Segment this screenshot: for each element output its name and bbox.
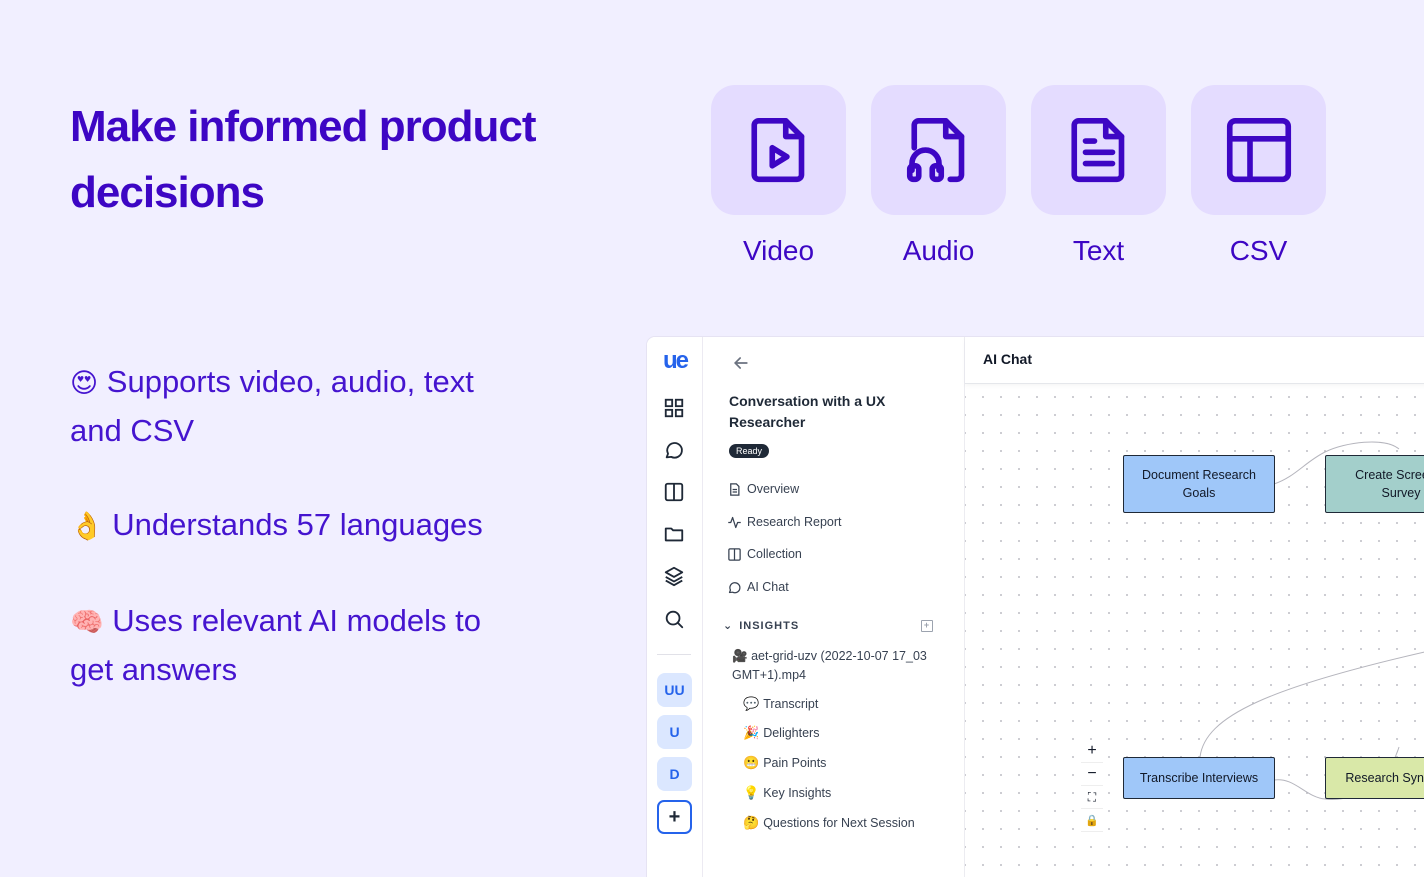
avatar[interactable]: UU (657, 673, 692, 707)
book-icon[interactable] (663, 481, 685, 503)
insight-item-delighters[interactable]: 🎉 Delighters (743, 723, 819, 743)
feature-item: 🧠 Uses relevant AI models to get answers (70, 597, 530, 693)
nav-label: Research Report (747, 515, 842, 529)
zoom-out-button[interactable]: − (1081, 763, 1103, 786)
insights-heading: INSIGHTS (739, 619, 800, 632)
feature-item: 😍 Supports video, audio, text and CSV (70, 358, 530, 454)
insight-label: Pain Points (763, 756, 827, 770)
nav-item-ai-chat[interactable]: AI Chat (727, 577, 789, 597)
insight-item-questions[interactable]: 🤔 Questions for Next Session (743, 813, 915, 833)
node-label: Research Synthesis (1345, 771, 1424, 785)
format-text: Text (1031, 85, 1166, 267)
node-label: Transcribe Interviews (1139, 771, 1259, 785)
avatar[interactable]: D (657, 757, 692, 791)
node-label: Create Screener Survey (1355, 468, 1424, 500)
feature-text: Understands 57 languages (112, 507, 483, 542)
conversation-panel: Conversation with a UX Researcher Ready … (703, 337, 965, 877)
nav-item-research-report[interactable]: Research Report (727, 512, 842, 532)
flow-canvas: AI Chat Document Research Goals Create S… (965, 337, 1424, 877)
party-popper-icon: 🎉 (743, 725, 760, 740)
audio-file-icon (871, 85, 1006, 215)
nav-label: Collection (747, 547, 802, 561)
nav-label: Overview (747, 482, 800, 496)
insight-file[interactable]: 🎥 aet-grid-uzv (2022-10-07 17_03 GMT+1).… (732, 647, 932, 685)
insight-item-transcript[interactable]: 💬 Transcript (743, 694, 818, 714)
grimace-face-icon: 😬 (743, 755, 760, 770)
app-logo[interactable]: ue (657, 347, 693, 374)
flow-edge (1199, 651, 1424, 758)
video-file-icon (711, 85, 846, 215)
grid-icon[interactable] (663, 397, 685, 419)
nav-item-collection[interactable]: Collection (727, 544, 802, 564)
headline: Make informed product decisions (70, 102, 537, 217)
thinking-face-icon: 🤔 (743, 815, 760, 830)
folder-icon[interactable] (663, 523, 685, 545)
ok-hand-icon: 👌 (70, 511, 104, 541)
add-insight-icon[interactable]: + (921, 619, 933, 632)
light-bulb-icon: 💡 (743, 785, 760, 800)
flow-node[interactable]: Create Screener Survey (1325, 455, 1424, 513)
format-list: Video Audio Text CSV (711, 85, 1326, 267)
activity-icon (728, 516, 741, 528)
flow-node[interactable]: Research Synthesis (1325, 757, 1424, 799)
insight-label: Key Insights (763, 786, 832, 800)
insight-item-key-insights[interactable]: 💡 Key Insights (743, 783, 831, 803)
search-icon[interactable] (663, 608, 685, 630)
chat-icon (728, 581, 741, 593)
insight-label: Delighters (763, 726, 820, 740)
feature-item: 👌 Understands 57 languages (70, 501, 530, 550)
flow-node[interactable]: Document Research Goals (1123, 455, 1275, 513)
icon-rail: ue UU U D + (647, 337, 703, 877)
insight-item-pain-points[interactable]: 😬 Pain Points (743, 753, 826, 773)
format-label: CSV (1229, 235, 1288, 266)
avatar[interactable]: U (657, 715, 692, 749)
text-file-icon (1031, 85, 1166, 215)
back-arrow-icon[interactable] (731, 353, 751, 373)
insight-label: Questions for Next Session (763, 816, 915, 830)
zoom-controls: + − ⛶ 🔒 (1081, 740, 1103, 832)
nav-item-overview[interactable]: Overview (727, 479, 799, 499)
fit-view-button[interactable]: ⛶ (1081, 786, 1103, 809)
format-video: Video (711, 85, 846, 267)
insight-label: Transcript (763, 697, 819, 711)
format-audio: Audio (871, 85, 1006, 267)
feature-text: Uses relevant AI models to get answers (70, 603, 481, 687)
chat-icon[interactable] (663, 439, 685, 461)
layers-icon[interactable] (663, 565, 685, 587)
nav-label: AI Chat (747, 580, 789, 594)
rail-divider (657, 654, 691, 655)
format-label: Audio (902, 235, 975, 266)
file-name: aet-grid-uzv (2022-10-07 17_03 GMT+1).mp… (732, 649, 927, 682)
lock-button[interactable]: 🔒 (1081, 809, 1103, 832)
book-icon (728, 547, 741, 561)
status-badge: Ready (729, 444, 770, 458)
brain-icon: 🧠 (70, 607, 104, 637)
table-icon (1191, 85, 1326, 215)
feature-text: Supports video, audio, text and CSV (70, 364, 474, 448)
zoom-in-button[interactable]: + (1081, 740, 1103, 763)
feature-list: 😍 Supports video, audio, text and CSV 👌 … (70, 358, 530, 740)
insights-section-header[interactable]: ⌄ INSIGHTS + (723, 619, 933, 632)
chevron-down-icon: ⌄ (723, 620, 734, 632)
add-workspace-button[interactable]: + (657, 800, 692, 834)
heart-eyes-icon: 😍 (70, 368, 99, 398)
flow-node[interactable]: Transcribe Interviews (1123, 757, 1275, 799)
speech-bubble-icon: 💬 (743, 696, 760, 711)
conversation-title: Conversation with a UX Researcher (729, 393, 886, 430)
document-icon (730, 482, 740, 496)
camera-icon: 🎥 (732, 649, 748, 663)
format-label: Text (1072, 235, 1125, 266)
app-window: ue UU U D + Conversation with a UX Resea… (647, 337, 1424, 877)
format-label: Video (742, 235, 815, 266)
format-csv: CSV (1191, 85, 1326, 267)
node-label: Document Research Goals (1142, 468, 1256, 500)
